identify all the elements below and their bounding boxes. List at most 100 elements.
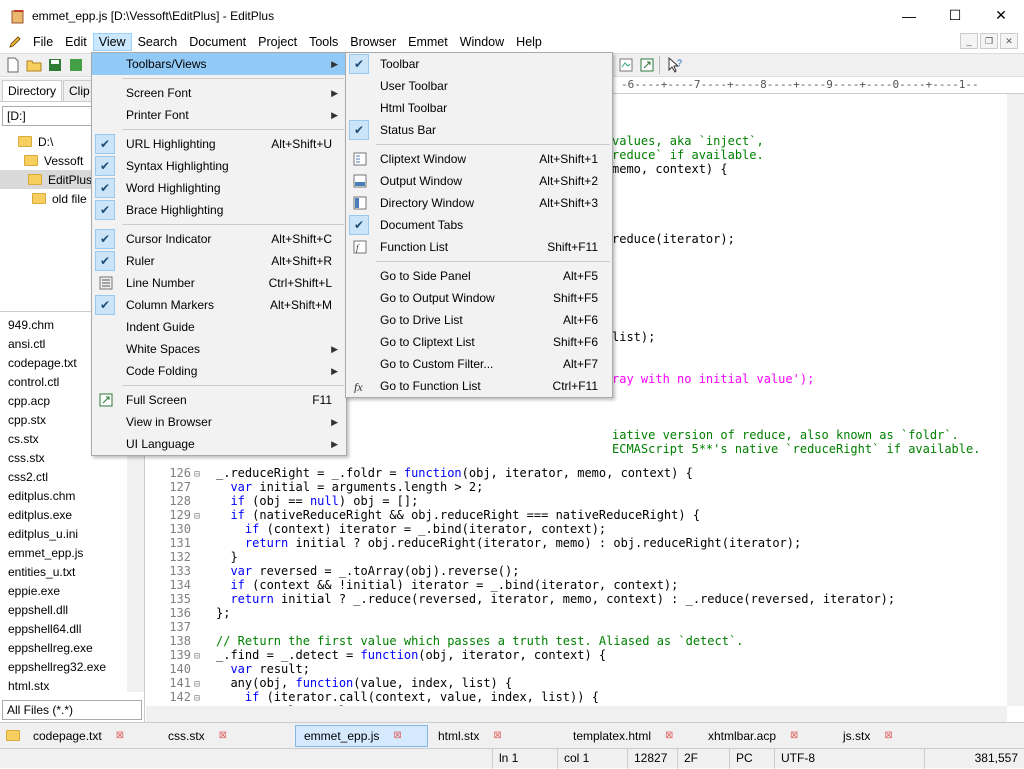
menu-project[interactable]: Project (252, 33, 303, 51)
menu-item-label: Go to Custom Filter... (380, 357, 494, 371)
checkmark-icon: ✔ (95, 178, 115, 198)
doc-tab-xhtmlbar-acp[interactable]: xhtmlbar.acp ⊠ (700, 725, 833, 747)
doc-tab-js-stx[interactable]: js.stx ⊠ (835, 725, 968, 747)
menu-item-cliptext-window[interactable]: Cliptext Window Alt+Shift+1 (346, 148, 612, 170)
code-line: 134 if (context && !initial) iterator = … (146, 578, 678, 592)
menu-item-indent-guide[interactable]: Indent Guide (92, 316, 346, 338)
menu-document[interactable]: Document (183, 33, 252, 51)
maximize-button[interactable]: ☐ (932, 0, 978, 31)
editor-vertical-scrollbar[interactable] (1007, 94, 1024, 706)
file-list-item[interactable]: css2.ctl (8, 468, 144, 487)
menu-item-ui-language[interactable]: UI Language ▶ (92, 433, 346, 455)
menu-browser[interactable]: Browser (344, 33, 402, 51)
menu-item-html-toolbar[interactable]: Html Toolbar (346, 97, 612, 119)
directory-window-icon (352, 195, 368, 211)
file-list-item[interactable]: editplus.chm (8, 487, 144, 506)
line-number: 130 (169, 522, 191, 536)
submenu-arrow-icon: ▶ (331, 439, 338, 449)
checkmark-icon: ✔ (95, 156, 115, 176)
doc-tab-css-stx[interactable]: css.stx ⊠ (160, 725, 293, 747)
menu-search[interactable]: Search (132, 33, 184, 51)
menu-item-printer-font[interactable]: Printer Font ▶ (92, 104, 346, 126)
close-tab-icon[interactable]: ⊠ (884, 730, 892, 741)
doc-tab-html-stx[interactable]: html.stx ⊠ (430, 725, 563, 747)
menu-item-go-to-custom-filter[interactable]: Go to Custom Filter... Alt+F7 (346, 353, 612, 375)
menu-item-shortcut: Alt+Shift+U (271, 137, 332, 151)
minimize-button[interactable]: — (886, 0, 932, 31)
menu-item-url-highlighting[interactable]: ✔ URL Highlighting Alt+Shift+U (92, 133, 346, 155)
close-tab-icon[interactable]: ⊠ (665, 730, 673, 741)
menu-item-word-highlighting[interactable]: ✔ Word Highlighting (92, 177, 346, 199)
code-text: any(obj, function(value, index, list) { (216, 676, 513, 690)
menu-item-ruler[interactable]: ✔ Ruler Alt+Shift+R (92, 250, 346, 272)
menu-item-go-to-drive-list[interactable]: Go to Drive List Alt+F6 (346, 309, 612, 331)
menu-item-white-spaces[interactable]: White Spaces ▶ (92, 338, 346, 360)
menu-item-syntax-highlighting[interactable]: ✔ Syntax Highlighting (92, 155, 346, 177)
menu-item-brace-highlighting[interactable]: ✔ Brace Highlighting (92, 199, 346, 221)
file-list-item[interactable]: eppshell.dll (8, 601, 144, 620)
menu-item-screen-font[interactable]: Screen Font ▶ (92, 82, 346, 104)
menu-item-user-toolbar[interactable]: User Toolbar (346, 75, 612, 97)
fullscreen-toolbar-icon[interactable] (638, 56, 656, 74)
menu-tools[interactable]: Tools (303, 33, 344, 51)
doc-tab-codepage-txt[interactable]: codepage.txt ⊠ (25, 725, 158, 747)
menu-window[interactable]: Window (454, 33, 510, 51)
menu-item-document-tabs[interactable]: ✔ Document Tabs (346, 214, 612, 236)
file-filter-select[interactable]: All Files (*.*) (2, 700, 142, 720)
menu-item-directory-window[interactable]: Directory Window Alt+Shift+3 (346, 192, 612, 214)
menu-item-function-list[interactable]: f Function List Shift+F11 (346, 236, 612, 258)
close-tab-icon[interactable]: ⊠ (219, 730, 227, 741)
line-number: 142 (169, 690, 191, 704)
menu-item-full-screen[interactable]: Full Screen F11 (92, 389, 346, 411)
menu-item-go-to-output-window[interactable]: Go to Output Window Shift+F5 (346, 287, 612, 309)
menu-item-toolbar[interactable]: ✔ Toolbar (346, 53, 612, 75)
menu-item-status-bar[interactable]: ✔ Status Bar (346, 119, 612, 141)
file-list-item[interactable]: emmet_epp.js (8, 544, 144, 563)
close-tab-icon[interactable]: ⊠ (393, 730, 401, 741)
close-tab-icon[interactable]: ⊠ (790, 730, 798, 741)
menu-item-go-to-function-list[interactable]: fx Go to Function List Ctrl+F11 (346, 375, 612, 397)
save-all-icon[interactable] (67, 56, 85, 74)
menu-item-view-in-browser[interactable]: View in Browser ▶ (92, 411, 346, 433)
file-list-item[interactable]: eppie.exe (8, 582, 144, 601)
close-tab-icon[interactable]: ⊠ (116, 730, 124, 741)
file-list-item[interactable]: entities_u.txt (8, 563, 144, 582)
mdi-minimize-button[interactable]: _ (960, 33, 978, 49)
close-tab-icon[interactable]: ⊠ (493, 730, 501, 741)
help-cursor-icon[interactable]: ? (666, 56, 684, 74)
save-icon[interactable] (46, 56, 64, 74)
menu-item-cursor-indicator[interactable]: ✔ Cursor Indicator Alt+Shift+C (92, 228, 346, 250)
mdi-restore-button[interactable]: ❐ (980, 33, 998, 49)
file-list-item[interactable]: eppshell64.dll (8, 620, 144, 639)
menu-view[interactable]: View (92, 32, 132, 51)
code-line-fragment: reduce(iterator); (612, 232, 735, 246)
menu-file[interactable]: File (27, 33, 59, 51)
new-file-icon[interactable] (4, 56, 22, 74)
file-list-item[interactable]: eppshellreg32.exe (8, 658, 144, 677)
menu-help[interactable]: Help (510, 33, 548, 51)
menu-item-line-number[interactable]: Line Number Ctrl+Shift+L (92, 272, 346, 294)
menu-edit[interactable]: Edit (59, 33, 93, 51)
menu-item-toolbars-views[interactable]: Toolbars/Views ▶ (92, 53, 346, 75)
file-list-item[interactable]: editplus.exe (8, 506, 144, 525)
doc-tab-templatex-html[interactable]: templatex.html ⊠ (565, 725, 698, 747)
menu-item-code-folding[interactable]: Code Folding ▶ (92, 360, 346, 382)
open-folder-icon[interactable] (25, 56, 43, 74)
mdi-close-button[interactable]: ✕ (1000, 33, 1018, 49)
close-button[interactable]: ✕ (978, 0, 1024, 31)
html-preview-icon[interactable] (617, 56, 635, 74)
file-list-item[interactable]: html.stx (8, 677, 144, 692)
file-list-item[interactable]: editplus_u.ini (8, 525, 144, 544)
menu-separator (122, 78, 344, 79)
menu-item-output-window[interactable]: Output Window Alt+Shift+2 (346, 170, 612, 192)
doc-tab-emmet-epp-js[interactable]: emmet_epp.js ⊠ (295, 724, 428, 747)
menu-item-go-to-cliptext-list[interactable]: Go to Cliptext List Shift+F6 (346, 331, 612, 353)
menu-item-go-to-side-panel[interactable]: Go to Side Panel Alt+F5 (346, 265, 612, 287)
menu-item-column-markers[interactable]: ✔ Column Markers Alt+Shift+M (92, 294, 346, 316)
file-list-item[interactable]: eppshellreg.exe (8, 639, 144, 658)
tree-label: old file (52, 191, 87, 206)
menu-emmet[interactable]: Emmet (402, 33, 454, 51)
folder-icon[interactable] (4, 727, 22, 745)
tab-directory[interactable]: Directory (2, 80, 63, 101)
editor-horizontal-scrollbar[interactable] (146, 706, 1007, 722)
